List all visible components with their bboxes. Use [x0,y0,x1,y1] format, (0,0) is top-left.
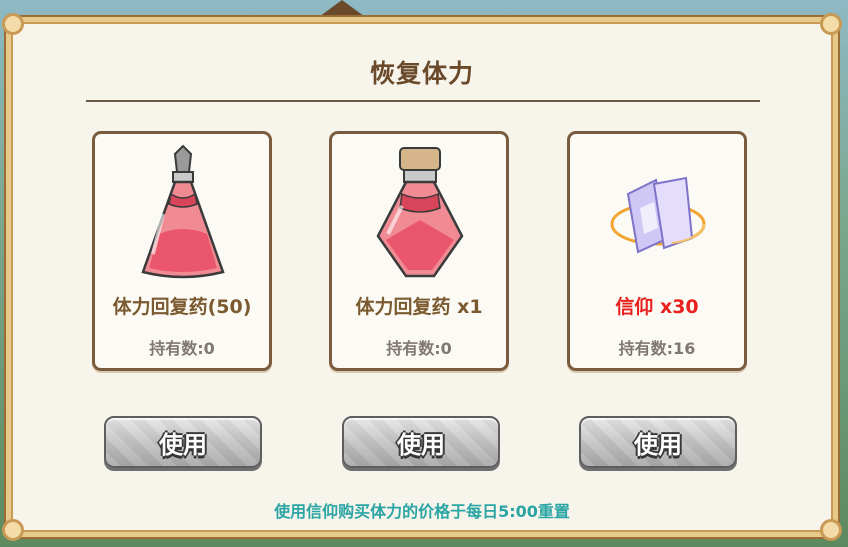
corner-ornament [820,13,842,35]
corner-ornament [2,519,24,541]
dialog-title: 恢复体力 [369,59,474,88]
recover-stamina-dialog: 恢复体力 体力回复药(50) 持有数:0 体力回复药 x1 持有数:0 信仰 x… [2,13,842,541]
item-name: 信仰 x30 [615,296,699,318]
use-button-large-potion[interactable]: 使用 [342,416,500,468]
item-card-small-potion[interactable]: 体力回复药(50) 持有数:0 [92,131,272,371]
use-button-label: 使用 [159,430,207,459]
large-stamina-potion-icon [376,147,464,278]
reset-notice: 使用信仰购买体力的价格于每日5:00重置 [274,502,570,521]
item-card-faith[interactable]: 信仰 x30 持有数:16 [567,131,747,371]
item-owned-count: 持有数:0 [149,339,215,358]
use-button-label: 使用 [634,430,682,459]
use-button-faith[interactable]: 使用 [579,416,737,468]
use-button-small-potion[interactable]: 使用 [104,416,262,468]
corner-ornament [820,519,842,541]
item-card-large-potion[interactable]: 体力回复药 x1 持有数:0 [329,131,509,371]
item-name: 体力回复药 x1 [355,296,483,318]
faith-crystal-icon [610,176,706,254]
item-name: 体力回复药(50) [112,296,252,318]
corner-ornament [2,13,24,35]
title-divider [86,100,760,102]
small-stamina-potion-icon [141,144,225,279]
item-owned-count: 持有数:16 [618,339,696,358]
use-button-label: 使用 [397,430,445,459]
item-owned-count: 持有数:0 [386,339,452,358]
